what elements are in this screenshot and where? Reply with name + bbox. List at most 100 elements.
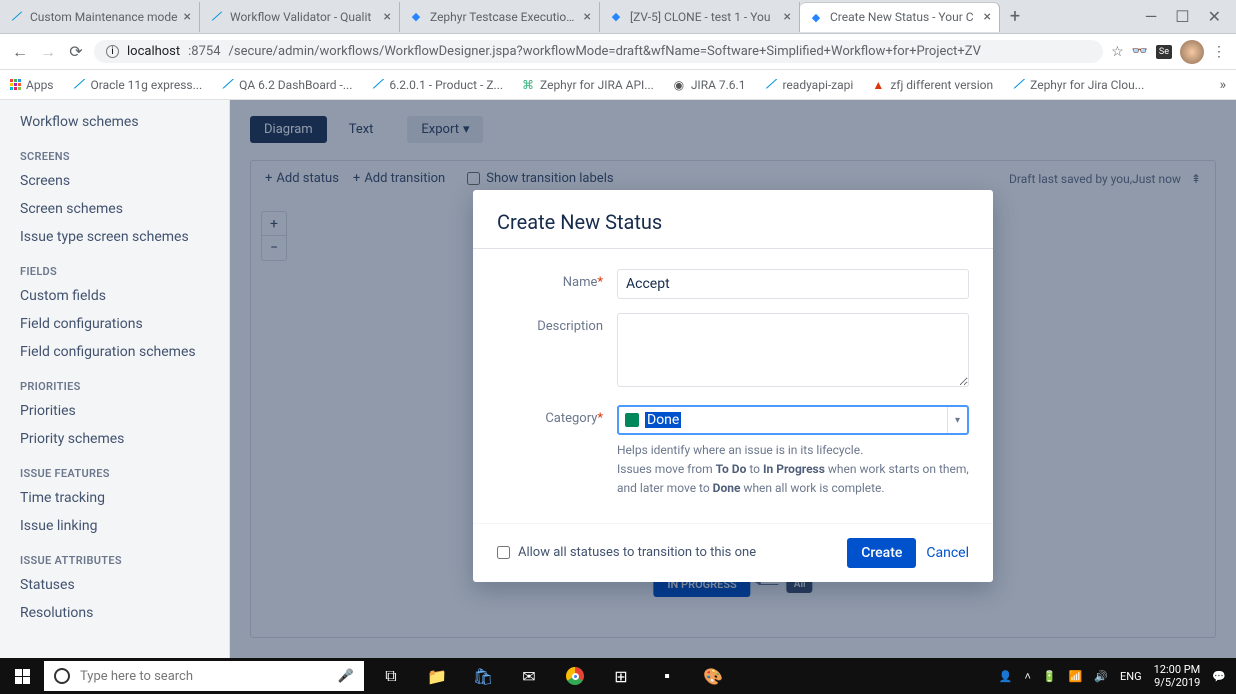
- bookmark-item[interactable]: ◉JIRA 7.6.1: [672, 78, 746, 92]
- sidebar-header: FIELDS: [0, 251, 229, 282]
- browser-tab-0[interactable]: ⟋ Custom Maintenance mode ×: [0, 2, 200, 32]
- sidebar-item[interactable]: Screens: [0, 167, 229, 195]
- start-button[interactable]: [0, 658, 44, 694]
- sidebar-item[interactable]: Field configuration schemes: [0, 338, 229, 366]
- info-icon: i: [106, 45, 119, 58]
- favicon-sw-icon: ⟋: [208, 9, 224, 25]
- profile-avatar[interactable]: [1180, 40, 1204, 64]
- description-textarea[interactable]: [617, 313, 969, 387]
- sidebar-item[interactable]: Issue type screen schemes: [0, 223, 229, 251]
- favicon-jira-icon: ◆: [608, 9, 624, 25]
- sidebar-item[interactable]: Field configurations: [0, 310, 229, 338]
- apps-button[interactable]: Apps: [10, 78, 54, 92]
- allow-all-checkbox[interactable]: Allow all statuses to transition to this…: [497, 545, 756, 560]
- sidebar-item[interactable]: Custom fields: [0, 282, 229, 310]
- maximize-icon[interactable]: ☐: [1175, 7, 1189, 26]
- modal-title: Create New Status: [473, 190, 993, 249]
- create-status-modal: Create New Status Name* Description Cate…: [473, 190, 993, 582]
- favicon-jira-icon: ◆: [408, 9, 424, 25]
- category-select[interactable]: Done ▾: [617, 405, 969, 435]
- modal-body: Name* Description Category* Done ▾: [473, 249, 993, 523]
- sidebar-item[interactable]: Resolutions: [0, 599, 229, 627]
- name-input[interactable]: [617, 269, 969, 299]
- workflow-content: Diagram Text Export▾ +Add status +Add tr…: [230, 100, 1236, 658]
- bookmark-item[interactable]: ⟋QA 6.2 DashBoard -...: [220, 78, 352, 92]
- bookmark-label: readyapi-zapi: [782, 78, 853, 92]
- tray-chevron-icon[interactable]: ˄: [1024, 670, 1030, 683]
- notifications-icon[interactable]: 💬: [1212, 670, 1226, 683]
- close-icon[interactable]: ×: [984, 9, 991, 25]
- slack-icon[interactable]: ⊞: [598, 658, 644, 694]
- taskbar-apps: ⧉ 📁 🛍 ✉ ⊞ ▪ 🎨: [368, 658, 736, 694]
- back-button[interactable]: ←: [10, 42, 30, 62]
- sidebar-item[interactable]: Issue linking: [0, 512, 229, 540]
- chevron-down-icon[interactable]: ▾: [947, 407, 967, 433]
- minimize-icon[interactable]: —: [1145, 7, 1158, 26]
- chrome-icon[interactable]: [552, 658, 598, 694]
- sidebar-item-workflow-schemes[interactable]: Workflow schemes: [0, 108, 229, 136]
- clock[interactable]: 12:00 PM 9/5/2019: [1154, 663, 1201, 689]
- bookmark-item[interactable]: ⟋ readyapi-zapi: [763, 78, 853, 92]
- create-button[interactable]: Create: [847, 538, 916, 568]
- battery-icon[interactable]: 🔋: [1043, 670, 1057, 683]
- browser-tab-1[interactable]: ⟋ Workflow Validator - Qualit ×: [200, 2, 400, 32]
- page-content: Workflow schemes SCREENS Screens Screen …: [0, 100, 1236, 658]
- close-icon[interactable]: ×: [784, 9, 791, 25]
- language-indicator[interactable]: ENG: [1120, 670, 1142, 683]
- glasses-icon[interactable]: 👓: [1132, 44, 1148, 59]
- bookmarks-overflow-icon[interactable]: »: [1219, 77, 1226, 93]
- close-icon[interactable]: ×: [384, 9, 391, 25]
- browser-tab-4[interactable]: ◆ Create New Status - Your C ×: [800, 2, 1000, 32]
- browser-tab-2[interactable]: ◆ Zephyr Testcase Execution S ×: [400, 2, 600, 32]
- category-value: Done: [645, 412, 681, 428]
- name-label: Name*: [497, 269, 617, 299]
- close-icon[interactable]: ×: [184, 9, 191, 25]
- sidebar-item[interactable]: Priority schemes: [0, 425, 229, 453]
- star-icon[interactable]: ☆: [1111, 44, 1124, 60]
- bookmarks-bar: Apps ⟋Oracle 11g express... ⟋QA 6.2 Dash…: [0, 70, 1236, 100]
- tab-title: [ZV-5] CLONE - test 1 - You: [630, 10, 778, 24]
- checkbox-input[interactable]: [497, 546, 510, 559]
- modal-footer: Allow all statuses to transition to this…: [473, 523, 993, 582]
- close-icon[interactable]: ✕: [1208, 7, 1221, 26]
- wifi-icon[interactable]: 📶: [1069, 670, 1083, 683]
- bookmark-label: Oracle 11g express...: [91, 78, 203, 92]
- bookmark-label: JIRA 7.6.1: [691, 78, 746, 92]
- bookmark-icon: ⟋: [763, 78, 777, 92]
- bookmark-item[interactable]: ▲zfj different version: [871, 78, 993, 92]
- bookmark-item[interactable]: ⌘Zephyr for JIRA API...: [521, 78, 654, 92]
- reload-button[interactable]: ⟳: [66, 42, 86, 61]
- browser-tab-3[interactable]: ◆ [ZV-5] CLONE - test 1 - You ×: [600, 2, 800, 32]
- mic-icon[interactable]: 🎤: [338, 669, 354, 684]
- taskbar-search[interactable]: Type here to search 🎤: [44, 661, 364, 691]
- sidebar-item[interactable]: Screen schemes: [0, 195, 229, 223]
- sidebar-item[interactable]: Time tracking: [0, 484, 229, 512]
- bookmark-item[interactable]: ⟋Oracle 11g express...: [72, 78, 203, 92]
- people-icon[interactable]: 👤: [999, 670, 1013, 683]
- url-path: /secure/admin/workflows/WorkflowDesigner…: [229, 44, 981, 59]
- volume-icon[interactable]: 🔊: [1094, 670, 1108, 683]
- tab-title: Zephyr Testcase Execution S: [430, 10, 578, 24]
- category-help: Helps identify where an issue is in its …: [617, 441, 969, 499]
- cancel-button[interactable]: Cancel: [926, 545, 969, 561]
- tab-title: Create New Status - Your C: [830, 10, 978, 24]
- menu-icon[interactable]: ⋮: [1212, 44, 1226, 60]
- bookmark-item[interactable]: ⟋Zephyr for Jira Clou...: [1011, 78, 1144, 92]
- bookmark-item[interactable]: ⟋6.2.0.1 - Product - Z...: [370, 78, 503, 92]
- store-icon[interactable]: 🛍: [460, 658, 506, 694]
- url-input[interactable]: i localhost:8754/secure/admin/workflows/…: [94, 40, 1103, 63]
- windows-icon: [15, 669, 30, 684]
- sidebar-item[interactable]: Statuses: [0, 571, 229, 599]
- close-icon[interactable]: ×: [584, 9, 591, 25]
- tab-title: Custom Maintenance mode: [30, 10, 178, 24]
- terminal-icon[interactable]: ▪: [644, 658, 690, 694]
- new-tab-button[interactable]: +: [1000, 6, 1030, 27]
- explorer-icon[interactable]: 📁: [414, 658, 460, 694]
- forward-button[interactable]: →: [38, 42, 58, 62]
- sidebar-item[interactable]: Priorities: [0, 397, 229, 425]
- mail-icon[interactable]: ✉: [506, 658, 552, 694]
- paint-icon[interactable]: 🎨: [690, 658, 736, 694]
- selenium-icon[interactable]: Se: [1156, 45, 1172, 59]
- taskview-icon[interactable]: ⧉: [368, 658, 414, 694]
- date-text: 9/5/2019: [1154, 676, 1201, 689]
